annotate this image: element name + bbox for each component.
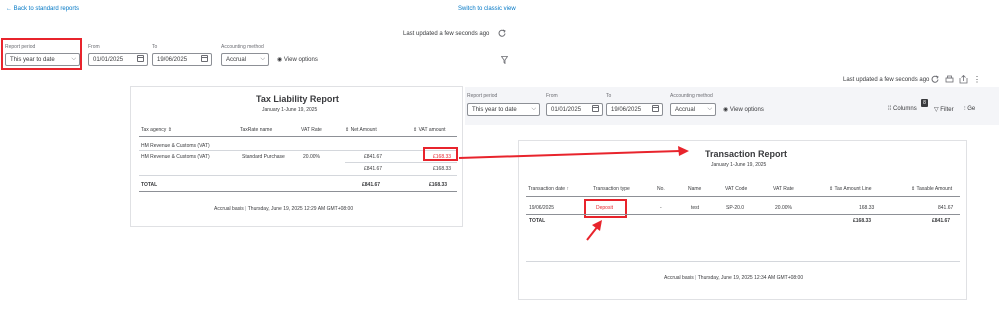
arrowhead-up bbox=[592, 220, 602, 231]
arrowhead-right bbox=[678, 146, 689, 156]
annotation-arrows bbox=[458, 146, 689, 241]
arrow-to-transaction-report bbox=[458, 150, 681, 159]
